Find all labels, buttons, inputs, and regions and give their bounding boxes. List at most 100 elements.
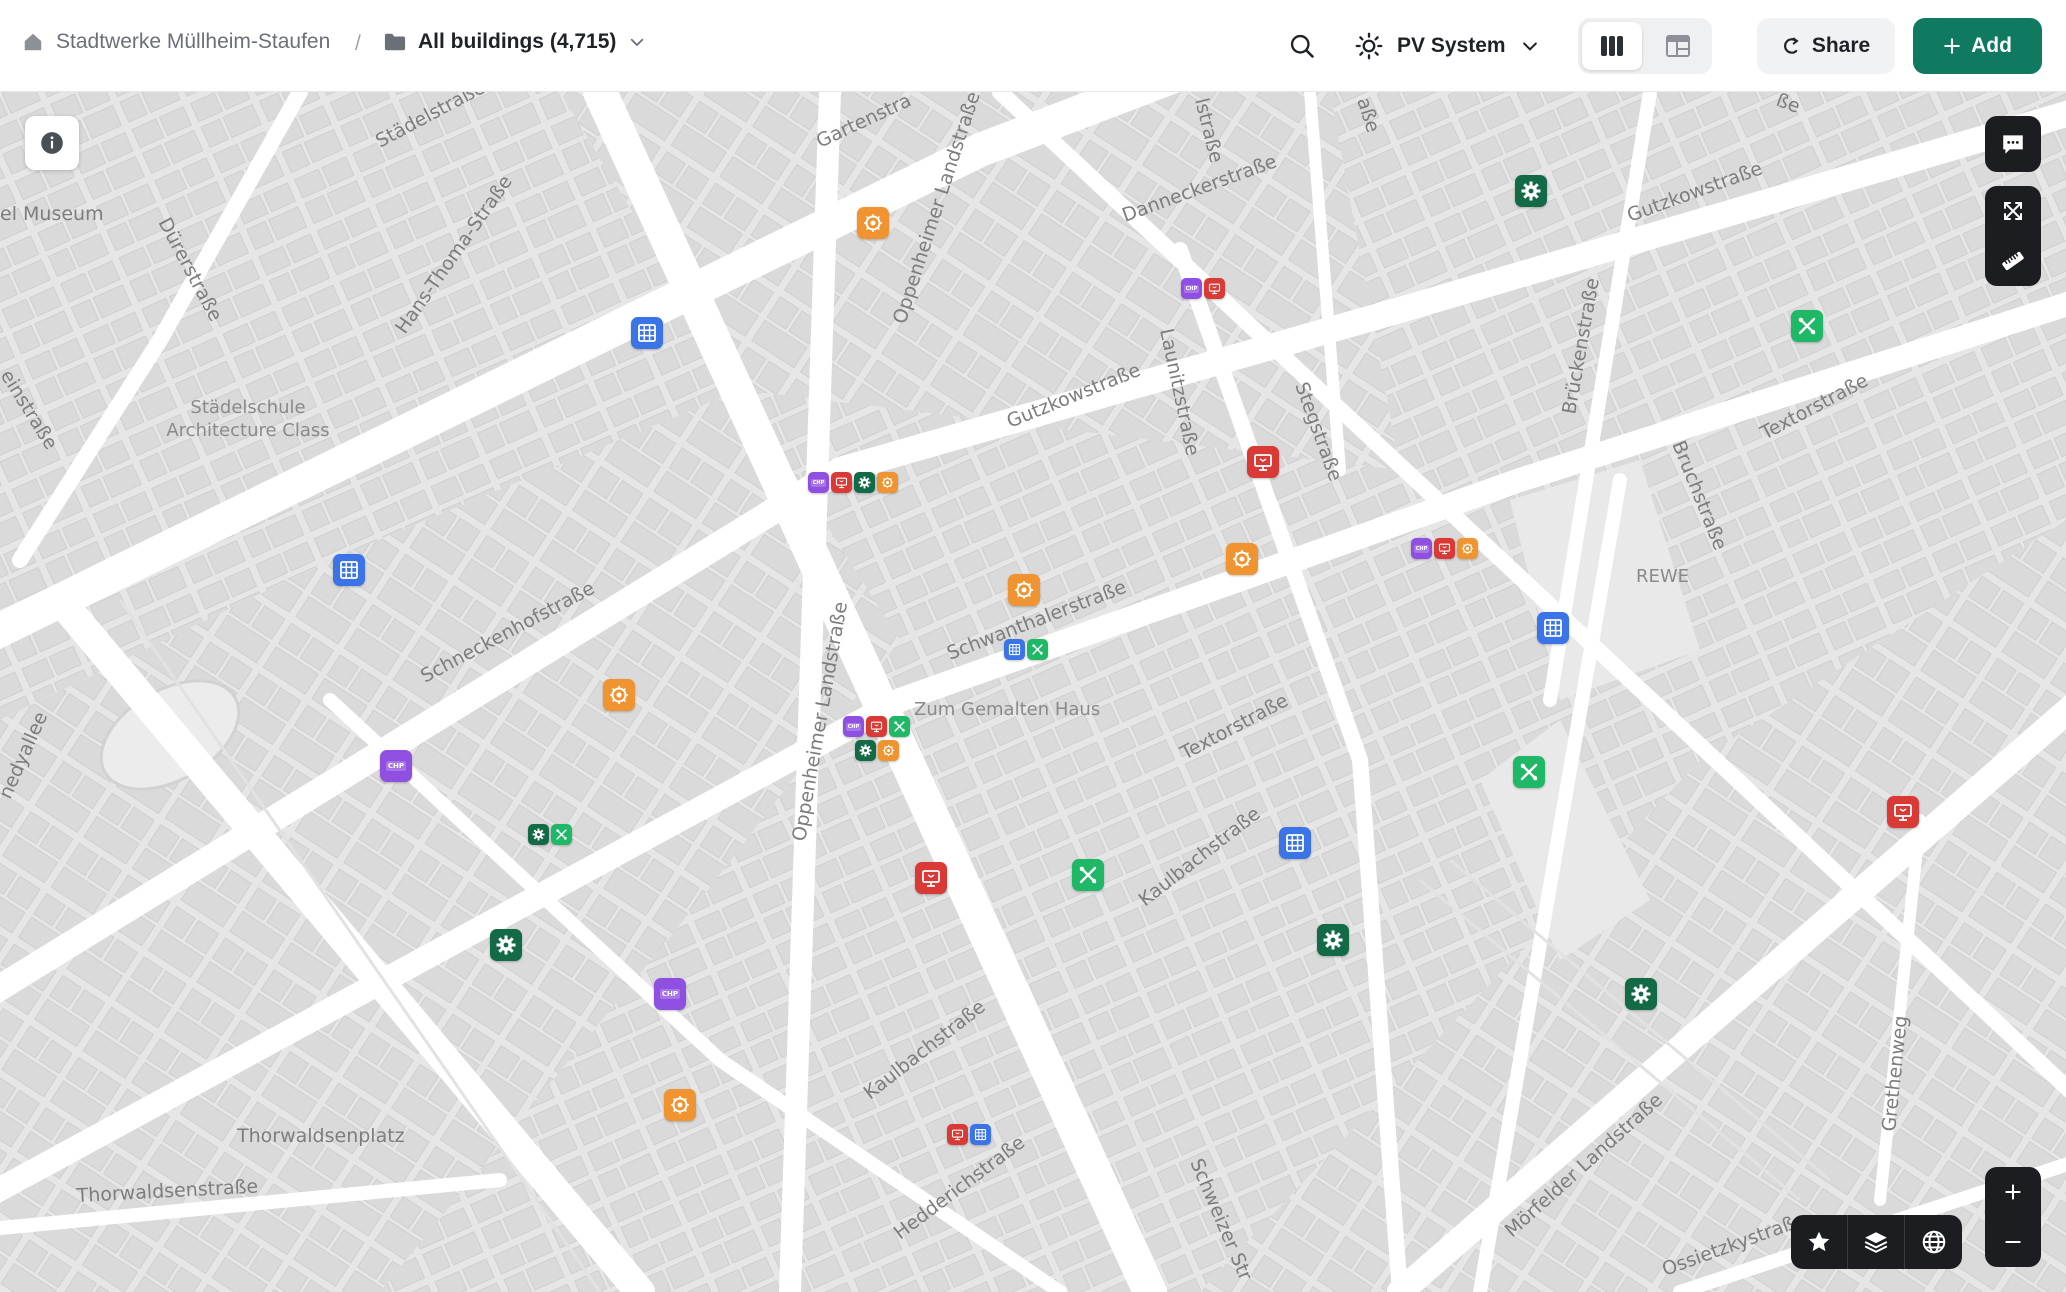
map-view-button[interactable] bbox=[1582, 22, 1642, 70]
chp-icon: CHP bbox=[843, 716, 864, 737]
poi-label: Architecture Class bbox=[166, 420, 329, 441]
building-folder-dropdown[interactable]: All buildings (4,715) bbox=[384, 30, 646, 54]
map-marker[interactable] bbox=[1513, 756, 1545, 788]
map-tools-stack bbox=[1985, 186, 2041, 286]
heat-pump-icon bbox=[1204, 278, 1225, 299]
chat-button[interactable] bbox=[1985, 116, 2041, 172]
map-canvas[interactable]: Städelstraße Gartenstra Oppenheimer Land… bbox=[0, 92, 2066, 1292]
ruler-icon bbox=[2000, 248, 2026, 274]
table-view-button[interactable] bbox=[1648, 22, 1708, 70]
pv-panel-icon bbox=[970, 1124, 991, 1145]
layers-button[interactable] bbox=[1848, 1215, 1905, 1269]
layers-icon bbox=[1863, 1229, 1889, 1255]
breadcrumb-organization[interactable]: Stadtwerke Müllheim-Staufen bbox=[22, 30, 330, 54]
map-marker[interactable] bbox=[1515, 175, 1547, 207]
tools-icon bbox=[1072, 859, 1104, 891]
map-marker[interactable] bbox=[1008, 574, 1040, 606]
map-marker-cluster[interactable] bbox=[855, 740, 899, 761]
map-layer-toolbar bbox=[1791, 1215, 1962, 1269]
chevron-down-icon bbox=[628, 33, 646, 51]
heat-pump-icon bbox=[1247, 446, 1279, 478]
map-marker[interactable] bbox=[1791, 310, 1823, 342]
minus-icon bbox=[2003, 1232, 2023, 1252]
map-marker[interactable]: CHP bbox=[654, 978, 686, 1010]
tools-icon bbox=[889, 716, 910, 737]
search-button[interactable] bbox=[1282, 26, 1322, 66]
info-icon bbox=[39, 130, 65, 156]
map-marker[interactable] bbox=[1625, 978, 1657, 1010]
globe-button[interactable] bbox=[1905, 1215, 1962, 1269]
street-label: Thorwaldsenplatz bbox=[236, 1125, 405, 1147]
share-label: Share bbox=[1811, 34, 1871, 57]
top-bar: Stadtwerke Müllheim-Staufen / All buildi… bbox=[0, 0, 2066, 92]
chp-icon: CHP bbox=[380, 750, 412, 782]
tools-icon bbox=[1027, 639, 1048, 660]
house-icon bbox=[22, 31, 44, 53]
map-marker-cluster[interactable] bbox=[947, 1124, 991, 1145]
fullscreen-button[interactable] bbox=[1985, 186, 2041, 236]
add-button[interactable]: Add bbox=[1913, 18, 2042, 74]
expand-icon bbox=[2001, 199, 2025, 223]
view-toggle bbox=[1578, 18, 1712, 74]
search-icon bbox=[1288, 32, 1316, 60]
map-marker-cluster[interactable]: CHP bbox=[1411, 538, 1478, 559]
map-marker[interactable] bbox=[490, 929, 522, 961]
map-marker[interactable] bbox=[857, 207, 889, 239]
info-button[interactable] bbox=[25, 116, 79, 170]
poi-label: Zum Gemalten Haus bbox=[914, 699, 1100, 720]
zoom-in-button[interactable] bbox=[1985, 1167, 2041, 1217]
gear-icon bbox=[1317, 924, 1349, 956]
tools-icon bbox=[1513, 756, 1545, 788]
layer-label: PV System bbox=[1397, 34, 1506, 57]
map-marker[interactable] bbox=[1247, 446, 1279, 478]
gear-icon bbox=[490, 929, 522, 961]
pv-panel-icon bbox=[1279, 827, 1311, 859]
chp-icon: CHP bbox=[654, 978, 686, 1010]
heat-pump-icon bbox=[1434, 538, 1455, 559]
pv-panel-icon bbox=[1004, 639, 1025, 660]
zoom-controls bbox=[1985, 1167, 2041, 1267]
poi-label: Städelschule bbox=[190, 397, 305, 418]
layer-selector[interactable]: PV System bbox=[1355, 26, 1540, 66]
solar-thermal-icon bbox=[878, 740, 899, 761]
zoom-out-button[interactable] bbox=[1985, 1217, 2041, 1267]
map-marker[interactable] bbox=[1226, 543, 1258, 575]
map-marker[interactable] bbox=[1537, 612, 1569, 644]
solar-thermal-icon bbox=[857, 207, 889, 239]
favorites-button[interactable] bbox=[1791, 1215, 1848, 1269]
map-marker[interactable] bbox=[603, 679, 635, 711]
map-marker[interactable]: CHP bbox=[380, 750, 412, 782]
map-marker[interactable] bbox=[1279, 827, 1311, 859]
heat-pump-icon bbox=[866, 716, 887, 737]
pv-panel-icon bbox=[631, 317, 663, 349]
chat-icon bbox=[2000, 131, 2026, 157]
map-marker[interactable] bbox=[915, 862, 947, 894]
gear-icon bbox=[855, 740, 876, 761]
map-base-layer: Städelstraße Gartenstra Oppenheimer Land… bbox=[0, 92, 2066, 1292]
table-icon bbox=[1665, 34, 1691, 58]
star-icon bbox=[1806, 1229, 1832, 1255]
map-marker-cluster[interactable]: CHP bbox=[1181, 278, 1225, 299]
measure-button[interactable] bbox=[1985, 236, 2041, 286]
solar-thermal-icon bbox=[1226, 543, 1258, 575]
chp-icon: CHP bbox=[808, 472, 829, 493]
map-marker[interactable] bbox=[333, 554, 365, 586]
map-marker-cluster[interactable] bbox=[1004, 639, 1048, 660]
map-marker[interactable] bbox=[1317, 924, 1349, 956]
share-button[interactable]: Share bbox=[1757, 18, 1895, 74]
map-marker[interactable] bbox=[664, 1089, 696, 1121]
map-marker-cluster[interactable] bbox=[528, 824, 572, 845]
map-marker[interactable] bbox=[631, 317, 663, 349]
tools-icon bbox=[1791, 310, 1823, 342]
map-marker[interactable] bbox=[1072, 859, 1104, 891]
chevron-down-icon bbox=[1520, 36, 1540, 56]
map-marker-cluster[interactable]: CHP bbox=[808, 472, 898, 493]
columns-icon bbox=[1600, 35, 1624, 57]
plus-icon bbox=[2003, 1182, 2023, 1202]
organization-name: Stadtwerke Müllheim-Staufen bbox=[56, 30, 331, 53]
map-marker-cluster[interactable]: CHP bbox=[843, 716, 910, 737]
heat-pump-icon bbox=[915, 862, 947, 894]
solar-thermal-icon bbox=[1008, 574, 1040, 606]
map-marker[interactable] bbox=[1887, 796, 1919, 828]
folder-icon bbox=[384, 32, 406, 52]
